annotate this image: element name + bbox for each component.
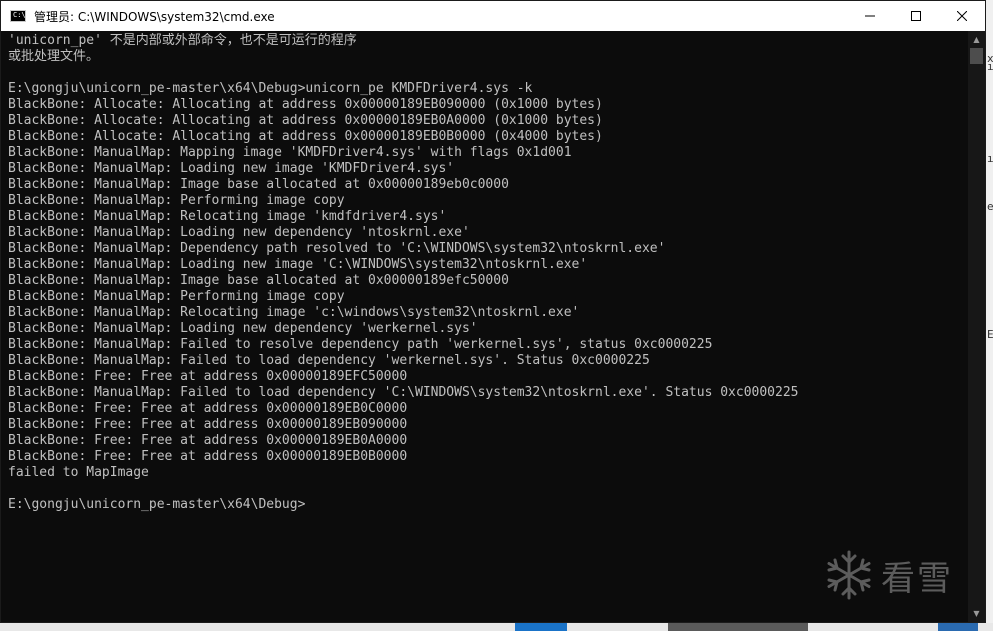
console-line: E:\gongju\unicorn_pe-master\x64\Debug>un…: [8, 81, 533, 96]
console-line: BlackBone: ManualMap: Performing image c…: [8, 289, 345, 304]
console-line: BlackBone: Free: Free at address 0x00000…: [8, 369, 408, 384]
console-line: BlackBone: ManualMap: Loading new image …: [8, 161, 455, 176]
console-line: BlackBone: Allocate: Allocating at addre…: [8, 113, 603, 128]
console-line: E:\gongju\unicorn_pe-master\x64\Debug>: [8, 497, 306, 512]
console-line: BlackBone: ManualMap: Failed to load dep…: [8, 385, 799, 400]
window-title: 管理员: C:\WINDOWS\system32\cmd.exe: [34, 9, 275, 24]
watermark: 看雪: [823, 549, 953, 601]
cmd-icon: C:\: [10, 10, 26, 22]
console-line: BlackBone: ManualMap: Performing image c…: [8, 193, 345, 208]
console-line: BlackBone: Allocate: Allocating at addre…: [8, 129, 603, 144]
scroll-thumb[interactable]: [970, 48, 983, 64]
minimize-icon: [865, 15, 875, 17]
console-line: BlackBone: ManualMap: Relocating image '…: [8, 305, 580, 320]
console-line: BlackBone: Free: Free at address 0x00000…: [8, 417, 408, 432]
taskbar-item[interactable]: [668, 623, 808, 631]
watermark-text: 看雪: [881, 558, 953, 599]
console-line: failed to MapImage: [8, 465, 149, 480]
console-line: BlackBone: ManualMap: Loading new image …: [8, 257, 588, 272]
taskbar: [0, 623, 993, 631]
minimize-button[interactable]: [847, 1, 893, 31]
console-line: BlackBone: ManualMap: Image base allocat…: [8, 273, 509, 288]
maximize-icon: [911, 11, 921, 21]
scroll-up-arrow-icon[interactable]: ▲: [968, 31, 985, 48]
background-fragment: Ei: [987, 328, 993, 341]
console-line: BlackBone: ManualMap: Loading new depend…: [8, 321, 478, 336]
console-line: BlackBone: ManualMap: Failed to load dep…: [8, 353, 650, 368]
snowflake-icon: [827, 550, 871, 600]
close-icon: [957, 11, 967, 21]
console-output[interactable]: 'unicorn_pe' 不是内部或外部命令，也不是可运行的程序 或批处理文件。 E…: [8, 33, 963, 621]
taskbar-item[interactable]: [938, 623, 978, 631]
console-line: BlackBone: Free: Free at address 0x00000…: [8, 449, 408, 464]
background-fragment: e: [987, 200, 993, 213]
console-line: BlackBone: ManualMap: Loading new depend…: [8, 225, 470, 240]
close-button[interactable]: [939, 1, 985, 31]
console-line: BlackBone: Free: Free at address 0x00000…: [8, 401, 408, 416]
vertical-scrollbar[interactable]: ▲ ▼: [968, 31, 985, 622]
scroll-down-arrow-icon[interactable]: ▼: [968, 605, 985, 622]
console-line: BlackBone: ManualMap: Failed to resolve …: [8, 337, 713, 352]
console-line: BlackBone: ManualMap: Relocating image '…: [8, 209, 447, 224]
console-line: BlackBone: Free: Free at address 0x00000…: [8, 433, 408, 448]
console-line: BlackBone: ManualMap: Image base allocat…: [8, 177, 509, 192]
title-bar[interactable]: C:\ 管理员: C:\WINDOWS\system32\cmd.exe: [1, 1, 985, 31]
console-line: 或批处理文件。: [8, 49, 100, 64]
console-line: BlackBone: Allocate: Allocating at addre…: [8, 97, 603, 112]
cmd-icon-label: C:\: [13, 11, 26, 19]
console-line: BlackBone: ManualMap: Mapping image 'KMD…: [8, 145, 572, 160]
cmd-window: C:\ 管理员: C:\WINDOWS\system32\cmd.exe 'un…: [0, 0, 986, 623]
console-line: 'unicorn_pe' 不是内部或外部命令，也不是可运行的程序: [8, 33, 357, 48]
maximize-button[interactable]: [893, 1, 939, 31]
taskbar-item[interactable]: [515, 623, 567, 631]
console-line: BlackBone: ManualMap: Dependency path re…: [8, 241, 666, 256]
background-fragment: ıs: [987, 152, 993, 165]
window-controls: [847, 1, 985, 31]
background-fragment: ıl: [987, 60, 993, 73]
